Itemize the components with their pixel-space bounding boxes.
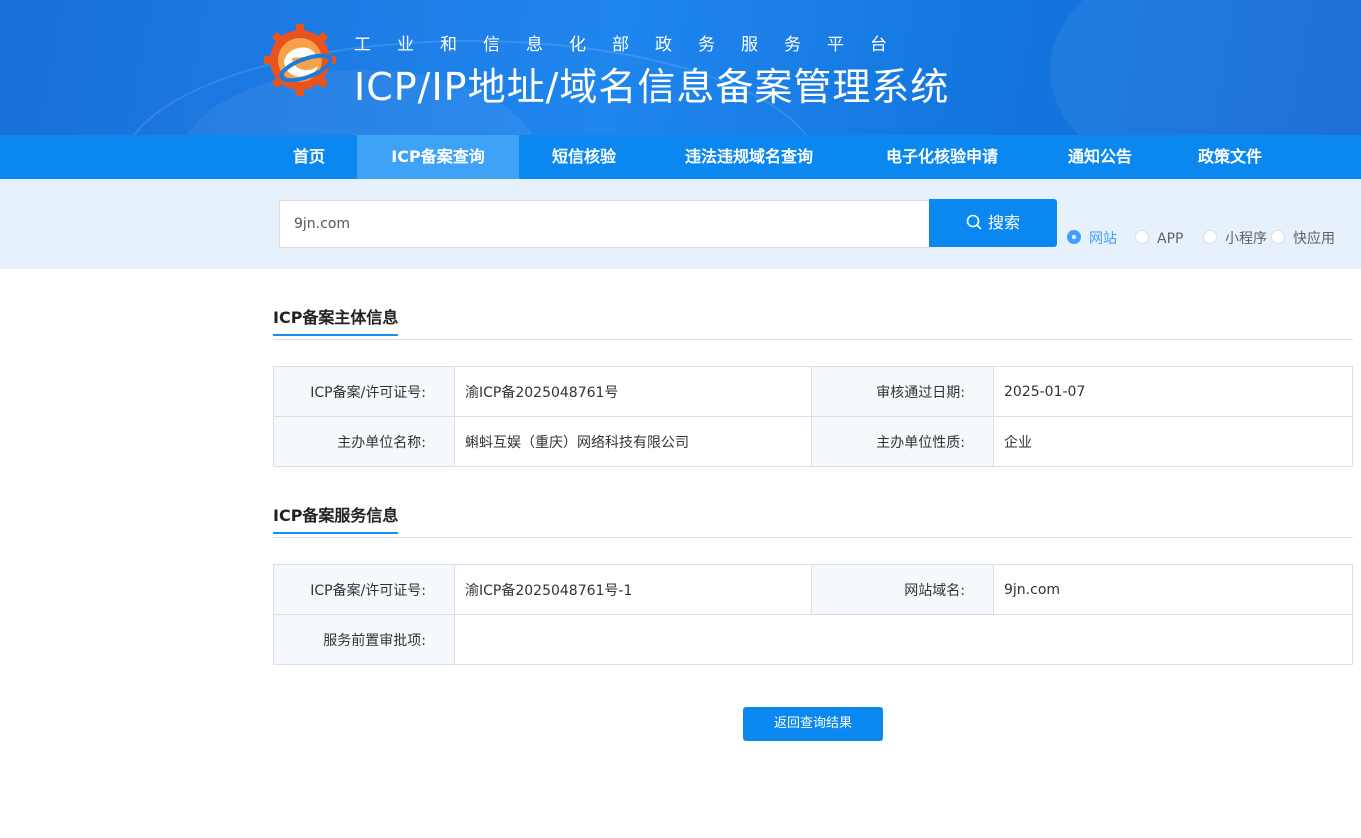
nav-item-icp-query[interactable]: ICP备案查询 <box>357 135 519 179</box>
back-to-results-button[interactable]: 返回查询结果 <box>743 707 883 741</box>
table-row: 主办单位名称: 蝌蚪互娱（重庆）网络科技有限公司 主办单位性质: 企业 <box>273 416 1353 467</box>
field-value: 渝ICP备2025048761号-1 <box>454 564 812 615</box>
table-row: ICP备案/许可证号: 渝ICP备2025048761号 审核通过日期: 202… <box>273 366 1353 417</box>
site-title: ICP/IP地址/域名信息备案管理系统 <box>354 65 950 109</box>
nav-item-home[interactable]: 首页 <box>261 135 357 179</box>
table-row: 服务前置审批项: <box>273 614 1353 665</box>
section-divider <box>273 339 1353 340</box>
search-input[interactable]: 9jn.com <box>279 200 930 248</box>
field-value: 企业 <box>993 416 1353 467</box>
field-value: 2025-01-07 <box>993 366 1353 417</box>
radio-app[interactable]: APP <box>1135 230 1184 247</box>
field-label: ICP备案/许可证号: <box>273 366 455 417</box>
radio-label: APP <box>1157 231 1184 247</box>
radio-dot <box>1067 230 1081 244</box>
header-banner: 工业和信息化部政务服务平台 ICP/IP地址/域名信息备案管理系统 <box>0 0 1361 135</box>
section-title-subject: ICP备案主体信息 <box>273 304 399 336</box>
field-label: 主办单位性质: <box>811 416 994 467</box>
search-button[interactable]: 搜索 <box>929 199 1057 247</box>
search-band: 9jn.com 搜索 网站 APP 小程序 快应用 <box>0 179 1361 269</box>
field-label: 审核通过日期: <box>811 366 994 417</box>
radio-dot <box>1203 230 1217 244</box>
site-subtitle: 工业和信息化部政务服务平台 <box>354 35 913 55</box>
field-value: 渝ICP备2025048761号 <box>454 366 812 417</box>
nav-item-notices[interactable]: 通知公告 <box>1035 135 1165 179</box>
radio-website[interactable]: 网站 <box>1067 230 1117 247</box>
search-button-label: 搜索 <box>987 213 1020 232</box>
radio-dot <box>1271 230 1285 244</box>
subject-info-table: ICP备案/许可证号: 渝ICP备2025048761号 审核通过日期: 202… <box>273 366 1353 467</box>
field-label: 服务前置审批项: <box>273 614 455 665</box>
radio-dot <box>1135 230 1149 244</box>
nav-item-sms-verify[interactable]: 短信核验 <box>519 135 649 179</box>
section-divider <box>273 537 1353 538</box>
field-label: 主办单位名称: <box>273 416 455 467</box>
nav-item-illegal-domain[interactable]: 违法违规域名查询 <box>649 135 849 179</box>
field-label: 网站域名: <box>811 564 994 615</box>
field-value: 9jn.com <box>993 564 1353 615</box>
nav-item-e-verify[interactable]: 电子化核验申请 <box>849 135 1035 179</box>
radio-mini-program[interactable]: 小程序 <box>1203 230 1267 247</box>
main-nav: 首页 ICP备案查询 短信核验 违法违规域名查询 电子化核验申请 通知公告 政策… <box>0 135 1361 179</box>
field-value: 蝌蚪互娱（重庆）网络科技有限公司 <box>454 416 812 467</box>
field-label: ICP备案/许可证号: <box>273 564 455 615</box>
banner-decoration <box>1050 0 1361 135</box>
nav-item-policies[interactable]: 政策文件 <box>1165 135 1295 179</box>
field-value <box>454 614 1353 665</box>
radio-label: 小程序 <box>1225 231 1267 247</box>
search-icon <box>966 214 982 229</box>
radio-quick-app[interactable]: 快应用 <box>1271 230 1335 247</box>
table-row: ICP备案/许可证号: 渝ICP备2025048761号-1 网站域名: 9jn… <box>273 564 1353 615</box>
radio-label: 网站 <box>1089 231 1117 247</box>
miit-logo-icon <box>264 24 336 96</box>
radio-label: 快应用 <box>1293 231 1335 247</box>
service-info-table: ICP备案/许可证号: 渝ICP备2025048761号-1 网站域名: 9jn… <box>273 564 1353 665</box>
section-title-service: ICP备案服务信息 <box>273 502 399 534</box>
